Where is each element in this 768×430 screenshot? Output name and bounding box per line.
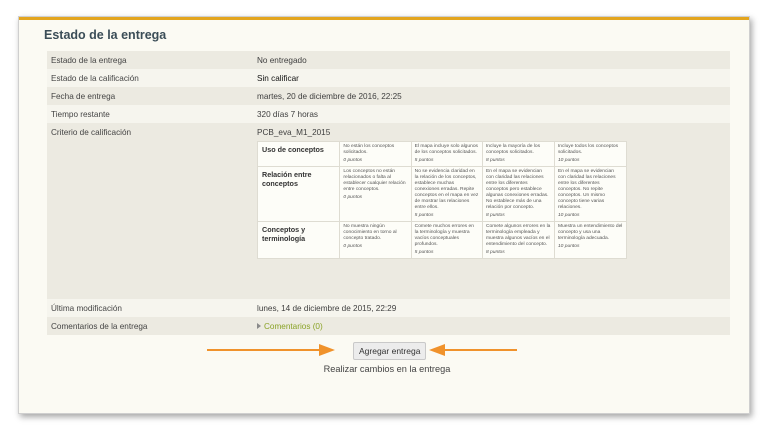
status-table: Estado de la entrega No entregado Estado… <box>47 51 730 335</box>
rubric-row: Uso de conceptos No están los conceptos … <box>256 141 628 167</box>
level-points: 8 puntos <box>485 158 505 163</box>
rubric-level: En el mapa se evidencian con claridad la… <box>553 166 628 222</box>
row-value: 320 días 7 horas <box>257 110 318 119</box>
level-text: No se evidencia claridad en la relación … <box>414 169 479 210</box>
rubric-level: En el mapa se evidencian con claridad la… <box>481 166 555 222</box>
level-text: Incluye la mayoría de los conceptos soli… <box>485 144 541 155</box>
level-points: 10 puntos <box>557 213 580 218</box>
rubric-level: Comete muchos errores en la terminología… <box>410 221 483 259</box>
triangle-right-icon <box>257 323 261 329</box>
level-points: 0 puntos <box>343 158 363 163</box>
level-text: Comete muchos errores en la terminología… <box>414 224 474 247</box>
level-text: Muestra un entendimiento del concepto y … <box>557 224 623 241</box>
rubric-level: Muestra un entendimiento del concepto y … <box>553 221 628 259</box>
level-text: En el mapa se evidencian con claridad la… <box>557 169 616 210</box>
row-value: martes, 20 de diciembre de 2016, 22:25 <box>257 92 402 101</box>
arrow-left-icon <box>429 344 517 356</box>
level-text: Comete algunos errores en la terminologí… <box>485 224 551 247</box>
level-points: 5 puntos <box>414 213 434 218</box>
rubric-level: El mapa incluye solo algunos de los conc… <box>410 141 483 167</box>
rubric-level: Incluye la mayoría de los conceptos soli… <box>481 141 555 167</box>
row-value: lunes, 14 de diciembre de 2015, 22:29 <box>257 304 397 313</box>
level-text: El mapa incluye solo algunos de los conc… <box>414 144 479 155</box>
rubric-level: Incluye todos los conceptos solicitados.… <box>553 141 628 167</box>
row-label: Estado de la entrega <box>51 56 127 65</box>
level-points: 0 puntos <box>343 244 363 249</box>
level-text: No están los conceptos solicitados. <box>343 144 395 155</box>
rubric-row: Relación entre conceptos Los conceptos n… <box>256 166 628 222</box>
submission-status-panel: Estado de la entrega Estado de la entreg… <box>18 16 750 414</box>
row-criterio: Criterio de calificación PCB_eva_M1_2015… <box>47 123 730 299</box>
level-text: En el mapa se evidencian con claridad la… <box>485 169 549 210</box>
level-points: 10 puntos <box>557 244 580 249</box>
comments-toggle[interactable]: Comentarios (0) <box>257 322 323 331</box>
row-fecha-entrega: Fecha de entrega martes, 20 de diciembre… <box>47 87 730 105</box>
rubric-level: Comete algunos errores en la terminologí… <box>481 221 555 259</box>
row-value: Sin calificar <box>257 74 299 83</box>
add-submission-button[interactable]: Agregar entrega <box>353 342 427 360</box>
level-text: No muestra ningún conocimiento en torno … <box>343 224 397 241</box>
row-label: Última modificación <box>51 304 122 313</box>
rubric-row: Conceptos y terminología No muestra ning… <box>256 221 628 259</box>
section-title: Estado de la entrega <box>44 28 167 42</box>
grading-rubric: Uso de conceptos No están los conceptos … <box>256 141 628 259</box>
level-text: Incluye todos los conceptos solicitados. <box>557 144 619 155</box>
row-tiempo-restante: Tiempo restante 320 días 7 horas <box>47 105 730 123</box>
rubric-level: No muestra ningún conocimiento en torno … <box>339 221 412 259</box>
row-label: Criterio de calificación <box>51 128 132 137</box>
row-label: Estado de la calificación <box>51 74 139 83</box>
level-points: 0 puntos <box>343 195 363 200</box>
row-value-container: Comentarios (0) <box>255 317 730 331</box>
comments-link-label: Comentarios (0) <box>264 322 323 331</box>
rubric-name: PCB_eva_M1_2015 <box>257 128 331 137</box>
row-comentarios: Comentarios de la entrega Comentarios (0… <box>47 317 730 335</box>
row-value: No entregado <box>257 56 307 65</box>
row-estado-calificacion: Estado de la calificación Sin calificar <box>47 69 730 87</box>
level-points: 8 puntos <box>485 213 505 218</box>
row-value-container: PCB_eva_M1_2015 Uso de conceptos No está… <box>255 123 730 259</box>
row-ultima-modificacion: Última modificación lunes, 14 de diciemb… <box>47 299 730 317</box>
level-points: 8 puntos <box>485 250 505 255</box>
rubric-criterion: Uso de conceptos <box>256 141 341 167</box>
rubric-level: Los conceptos no están relacionados o fa… <box>339 166 412 222</box>
level-points: 5 puntos <box>414 250 434 255</box>
level-text: Los conceptos no están relacionados o fa… <box>343 169 406 192</box>
rubric-level: No se evidencia claridad en la relación … <box>410 166 483 222</box>
row-label: Comentarios de la entrega <box>51 322 148 331</box>
rubric-criterion: Relación entre conceptos <box>256 166 341 222</box>
rubric-criterion: Conceptos y terminología <box>256 221 341 259</box>
row-label: Fecha de entrega <box>51 92 116 101</box>
rubric-level: No están los conceptos solicitados. 0 pun… <box>339 141 412 167</box>
arrow-right-icon <box>207 344 335 356</box>
level-points: 5 puntos <box>414 158 434 163</box>
submission-caption: Realizar cambios en la entrega <box>323 364 451 374</box>
level-points: 10 puntos <box>557 158 580 163</box>
accent-bar <box>19 17 749 20</box>
row-estado-entrega: Estado de la entrega No entregado <box>47 51 730 69</box>
row-label: Tiempo restante <box>51 110 110 119</box>
